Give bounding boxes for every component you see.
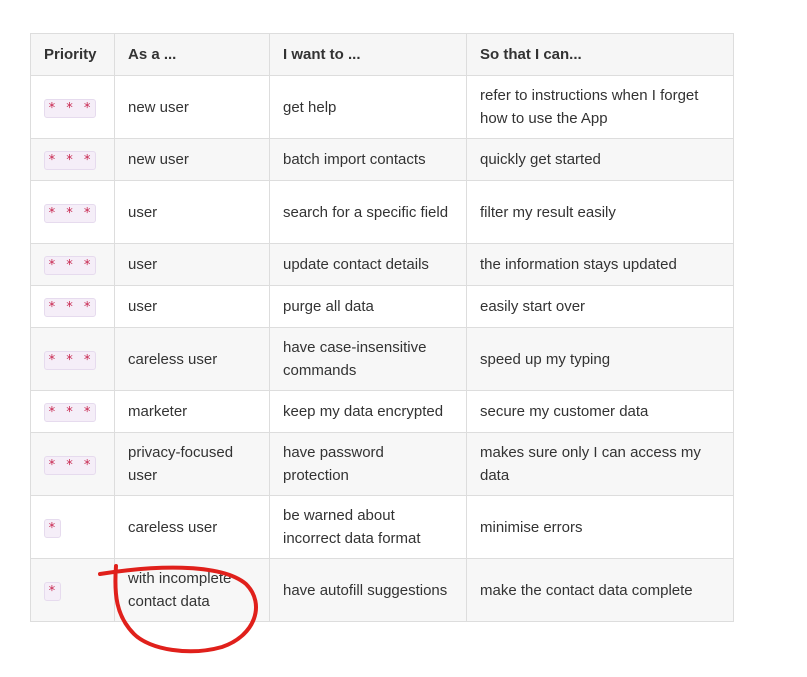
header-i-want-to: I want to ... <box>269 33 467 76</box>
header-as-a: As a ... <box>114 33 270 76</box>
as-a-cell: marketer <box>114 390 270 433</box>
want-cell: be warned about incorrect data format <box>269 495 467 559</box>
as-a-cell: user <box>114 285 270 328</box>
as-a-cell: user <box>114 180 270 244</box>
table-row: * * * user purge all data easily start o… <box>30 285 734 328</box>
so-that-cell: make the contact data complete <box>466 558 734 622</box>
as-a-cell: user <box>114 243 270 286</box>
so-that-cell: minimise errors <box>466 495 734 559</box>
priority-badge: * * * <box>44 256 97 275</box>
want-cell: update contact details <box>269 243 467 286</box>
want-cell: keep my data encrypted <box>269 390 467 433</box>
priority-badge: * * * <box>44 98 97 118</box>
so-that-cell: easily start over <box>466 285 734 328</box>
want-cell: purge all data <box>269 285 467 328</box>
so-that-cell: the information stays updated <box>466 243 734 286</box>
table-header-row: Priority As a ... I want to ... So that … <box>30 33 734 76</box>
table-row: * careless user be warned about incorrec… <box>30 495 734 559</box>
priority-badge: * * * <box>44 455 97 475</box>
priority-cell: * * * <box>30 327 115 391</box>
want-cell: have autofill suggestions <box>269 558 467 622</box>
so-that-cell: refer to instructions when I forget how … <box>466 75 734 139</box>
header-so-that: So that I can... <box>466 33 734 76</box>
table-row: * * * marketer keep my data encrypted se… <box>30 390 734 433</box>
as-a-cell: privacy-focused user <box>114 432 270 496</box>
want-cell: search for a specific field <box>269 180 467 244</box>
table-row: * * * careless user have case-insensitiv… <box>30 327 734 391</box>
want-cell: have case-insensitive commands <box>269 327 467 391</box>
so-that-cell: makes sure only I can access my data <box>466 432 734 496</box>
table-row: * * * user search for a specific field f… <box>30 180 734 244</box>
table-row: * with incomplete contact data have auto… <box>30 558 734 622</box>
priority-badge: * * * <box>44 151 97 170</box>
priority-cell: * * * <box>30 138 115 181</box>
priority-badge: * * * <box>44 298 97 317</box>
user-stories-table: Priority As a ... I want to ... So that … <box>30 33 734 622</box>
as-a-cell: new user <box>114 138 270 181</box>
so-that-cell: secure my customer data <box>466 390 734 433</box>
so-that-cell: quickly get started <box>466 138 734 181</box>
want-cell: get help <box>269 75 467 139</box>
priority-cell: * * * <box>30 75 115 139</box>
priority-cell: * <box>30 558 115 622</box>
priority-badge: * <box>44 518 61 538</box>
priority-badge: * <box>44 581 61 601</box>
table-row: * * * new user get help refer to instruc… <box>30 75 734 139</box>
so-that-cell: speed up my typing <box>466 327 734 391</box>
priority-cell: * <box>30 495 115 559</box>
user-stories-table-container: Priority As a ... I want to ... So that … <box>30 33 734 622</box>
want-cell: batch import contacts <box>269 138 467 181</box>
as-a-cell: with incomplete contact data <box>114 558 270 622</box>
as-a-cell: careless user <box>114 327 270 391</box>
header-priority: Priority <box>30 33 115 76</box>
table-row: * * * new user batch import contacts qui… <box>30 138 734 181</box>
priority-cell: * * * <box>30 180 115 244</box>
priority-cell: * * * <box>30 390 115 433</box>
as-a-cell: new user <box>114 75 270 139</box>
so-that-cell: filter my result easily <box>466 180 734 244</box>
table-row: * * * user update contact details the in… <box>30 243 734 286</box>
priority-cell: * * * <box>30 432 115 496</box>
priority-badge: * * * <box>44 203 97 223</box>
priority-cell: * * * <box>30 285 115 328</box>
priority-badge: * * * <box>44 350 97 370</box>
table-row: * * * privacy-focused user have password… <box>30 432 734 496</box>
priority-badge: * * * <box>44 403 97 422</box>
want-cell: have password protection <box>269 432 467 496</box>
as-a-cell: careless user <box>114 495 270 559</box>
priority-cell: * * * <box>30 243 115 286</box>
